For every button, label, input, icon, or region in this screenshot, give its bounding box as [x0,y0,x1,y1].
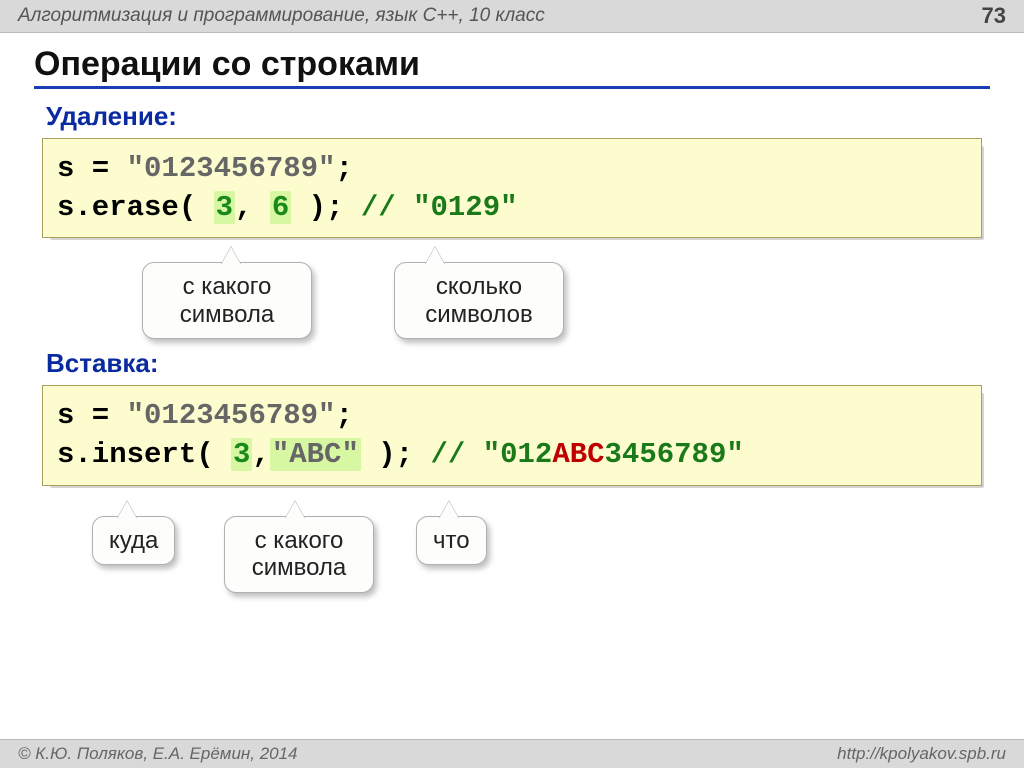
code-block-insert: s = "0123456789"; s.insert( 3,"ABC" ); /… [42,385,982,485]
page-number: 73 [982,3,1006,29]
callout-from-symbol-2: с какого символа [224,516,374,593]
slide-content: Операции со строками Удаление: s = "0123… [0,33,1024,620]
arg-what: "ABC" [272,438,359,471]
string-literal: "0123456789" [127,399,336,432]
callouts-insert: куда с какого символа что [34,490,990,620]
callout-where: куда [92,516,175,566]
callout-count: сколько символов [394,262,564,339]
string-literal: "0123456789" [127,152,336,185]
callout-from-symbol: с какого символа [142,262,312,339]
code-text: , [252,438,269,471]
code-text: ); [361,438,431,471]
comment-pre: // "012 [430,438,552,471]
arg-start: 3 [216,191,233,224]
code-text: s.insert( [57,438,231,471]
code-text: ); [291,191,361,224]
code-text: ; [335,152,352,185]
copyright: © К.Ю. Поляков, Е.А. Ерёмин, 2014 [18,744,298,764]
code-block-erase: s = "0123456789"; s.erase( 3, 6 ); // "0… [42,138,982,238]
callouts-erase: с какого символа сколько символов [34,242,990,362]
callout-what: что [416,516,487,566]
code-text: s.erase( [57,191,214,224]
code-text: s = [57,152,127,185]
arg-pos: 3 [233,438,250,471]
comment: // "0129" [361,191,518,224]
code-text: , [235,191,270,224]
slide-header: Алгоритмизация и программирование, язык … [0,0,1024,33]
comment-post: 3456789" [605,438,744,471]
slide-footer: © К.Ю. Поляков, Е.А. Ерёмин, 2014 http:/… [0,739,1024,768]
section-delete: Удаление: [46,101,990,132]
code-text: ; [335,399,352,432]
course-title: Алгоритмизация и программирование, язык … [18,5,545,27]
arg-count: 6 [272,191,289,224]
code-text: s = [57,399,127,432]
slide-title: Операции со строками [34,45,990,89]
comment-insert: ABC [552,438,604,471]
footer-url: http://kpolyakov.spb.ru [837,744,1006,764]
